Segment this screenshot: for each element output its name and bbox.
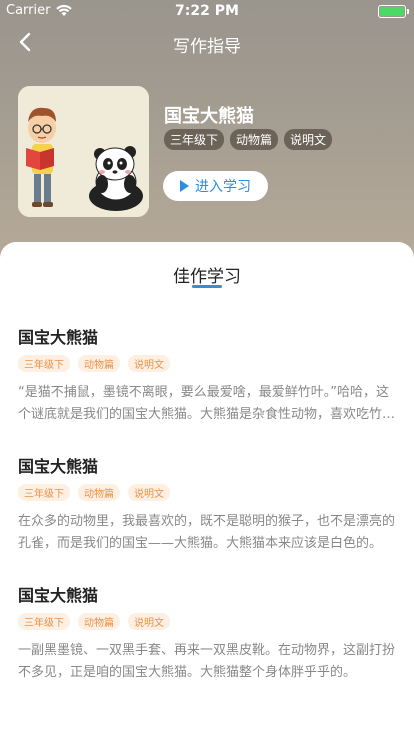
article-tags: 三年级下 动物篇 说明文 xyxy=(18,484,396,501)
article-title: 国宝大熊猫 xyxy=(18,457,99,476)
article-tag: 动物篇 xyxy=(78,613,120,630)
article-tag: 动物篇 xyxy=(78,355,120,372)
boy-and-panda-illustration xyxy=(18,86,149,217)
article-excerpt: “是猫不捕鼠，墨镜不离眼，要么最爱啥，最爱鲜竹叶。”哈哈，这个谜底就是我们的国宝… xyxy=(18,385,389,422)
article-tag: 说明文 xyxy=(128,484,170,501)
tag-category: 动物篇 xyxy=(230,129,279,150)
article-title: 国宝大熊猫 xyxy=(18,328,99,347)
header-background: Carrier 7:22 PM 写作指导 国宝大熊猫 三年级下 动物篇 说明文 … xyxy=(0,0,414,270)
section-title: 佳作学习 xyxy=(173,267,241,287)
battery-icon xyxy=(378,5,409,18)
article-tag: 说明文 xyxy=(128,613,170,630)
article-excerpt: 一副黑墨镜、一双黑手套、再来一双黑皮靴。在动物界，这副打扮不多见，正是咱的国宝大… xyxy=(18,643,396,680)
article-title: 国宝大熊猫 xyxy=(18,586,99,605)
article-item[interactable]: 国宝大熊猫 三年级下 动物篇 说明文 一副黑墨镜、一双黑手套、再来一双黑皮靴。在… xyxy=(18,582,396,684)
book-tags: 三年级下 动物篇 说明文 xyxy=(164,129,333,150)
article-item[interactable]: 国宝大熊猫 三年级下 动物篇 说明文 “是猫不捕鼠，墨镜不离眼，要么最爱啥，最爱… xyxy=(18,324,396,426)
book-cover-image[interactable] xyxy=(18,86,149,217)
book-title: 国宝大熊猫 xyxy=(164,106,254,127)
article-tag: 说明文 xyxy=(128,355,170,372)
article-tag: 三年级下 xyxy=(18,355,70,372)
tag-grade: 三年级下 xyxy=(164,129,225,150)
article-item[interactable]: 国宝大熊猫 三年级下 动物篇 说明文 在众多的动物里，我最喜欢的，既不是聪明的猴… xyxy=(18,453,396,555)
article-tag: 动物篇 xyxy=(78,484,120,501)
article-tags: 三年级下 动物篇 说明文 xyxy=(18,613,396,630)
play-icon xyxy=(180,180,189,192)
enter-study-label: 进入学习 xyxy=(195,179,251,195)
article-tag: 三年级下 xyxy=(18,613,70,630)
page-title: 写作指导 xyxy=(173,37,241,57)
status-bar: Carrier 7:22 PM xyxy=(0,0,414,22)
article-tag: 三年级下 xyxy=(18,484,70,501)
section-underline xyxy=(192,285,222,288)
article-tags: 三年级下 动物篇 说明文 xyxy=(18,355,396,372)
status-time: 7:22 PM xyxy=(175,3,239,19)
enter-study-button[interactable]: 进入学习 xyxy=(163,171,268,201)
article-excerpt: 在众多的动物里，我最喜欢的，既不是聪明的猴子，也不是漂亮的孔雀，而是我们的国宝—… xyxy=(18,514,396,551)
content-sheet: 佳作学习 国宝大熊猫 三年级下 动物篇 说明文 “是猫不捕鼠，墨镜不离眼，要么最… xyxy=(0,242,414,736)
tag-genre: 说明文 xyxy=(284,129,333,150)
